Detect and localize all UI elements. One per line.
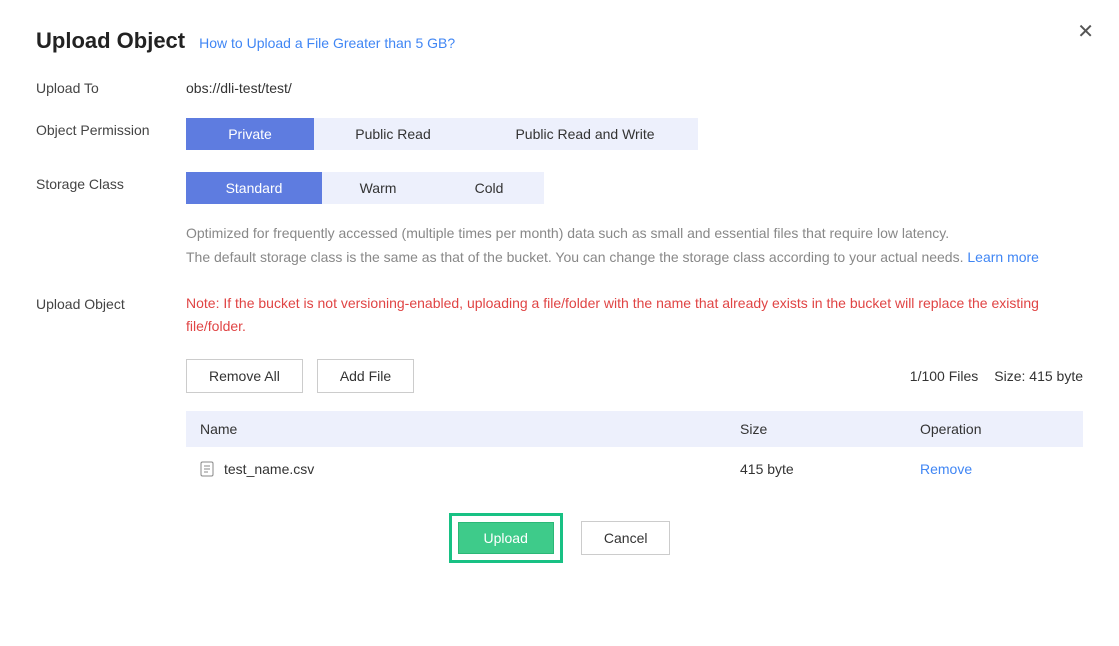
dialog-header: Upload Object How to Upload a File Great…: [36, 28, 1083, 54]
permission-segmented: Private Public Read Public Read and Writ…: [186, 118, 1083, 150]
file-name-cell: test_name.csv: [200, 461, 712, 477]
upload-stats: 1/100 Files Size: 415 byte: [910, 368, 1083, 384]
table-row: test_name.csv 415 byte Remove: [186, 447, 1083, 491]
help-link[interactable]: How to Upload a File Greater than 5 GB?: [199, 35, 455, 51]
upload-dialog: Upload Object How to Upload a File Great…: [0, 0, 1119, 583]
storage-row: Storage Class Standard Warm Cold Optimiz…: [36, 172, 1083, 270]
permission-row: Object Permission Private Public Read Pu…: [36, 118, 1083, 150]
storage-standard-button[interactable]: Standard: [186, 172, 322, 204]
upload-button[interactable]: Upload: [458, 522, 554, 554]
footer-actions: Upload Cancel: [36, 513, 1083, 563]
remove-file-link[interactable]: Remove: [920, 461, 972, 477]
col-header-size: Size: [726, 411, 906, 447]
upload-to-row: Upload To obs://dli-test/test/: [36, 76, 1083, 96]
storage-desc-line1: Optimized for frequently accessed (multi…: [186, 225, 949, 241]
storage-warm-button[interactable]: Warm: [322, 172, 434, 204]
storage-description: Optimized for frequently accessed (multi…: [186, 222, 1083, 270]
files-count-stat: 1/100 Files: [910, 368, 978, 384]
upload-to-label: Upload To: [36, 76, 186, 96]
file-name: test_name.csv: [224, 461, 314, 477]
permission-label: Object Permission: [36, 118, 186, 150]
permission-private-button[interactable]: Private: [186, 118, 314, 150]
cancel-button[interactable]: Cancel: [581, 521, 671, 555]
close-icon[interactable]: ✕: [1077, 22, 1094, 42]
col-header-name: Name: [186, 411, 726, 447]
file-icon: [200, 461, 214, 477]
storage-desc-line2: The default storage class is the same as…: [186, 249, 967, 265]
col-header-operation: Operation: [906, 411, 1083, 447]
page-title: Upload Object: [36, 28, 185, 54]
permission-public-read-button[interactable]: Public Read: [314, 118, 472, 150]
file-size: 415 byte: [726, 447, 906, 491]
upload-to-value: obs://dli-test/test/: [186, 76, 1083, 96]
table-header-row: Name Size Operation: [186, 411, 1083, 447]
permission-public-read-write-button[interactable]: Public Read and Write: [472, 118, 698, 150]
storage-cold-button[interactable]: Cold: [434, 172, 544, 204]
storage-label: Storage Class: [36, 172, 186, 270]
upload-highlight: Upload: [449, 513, 563, 563]
learn-more-link[interactable]: Learn more: [967, 249, 1039, 265]
size-stat: Size: 415 byte: [994, 368, 1083, 384]
upload-object-label: Upload Object: [36, 292, 186, 492]
versioning-note: Note: If the bucket is not versioning-en…: [186, 292, 1083, 340]
files-table: Name Size Operation: [186, 411, 1083, 491]
upload-object-row: Upload Object Note: If the bucket is not…: [36, 292, 1083, 492]
storage-segmented: Standard Warm Cold: [186, 172, 1083, 204]
remove-all-button[interactable]: Remove All: [186, 359, 303, 393]
add-file-button[interactable]: Add File: [317, 359, 414, 393]
file-actions-row: Remove All Add File 1/100 Files Size: 41…: [186, 359, 1083, 393]
